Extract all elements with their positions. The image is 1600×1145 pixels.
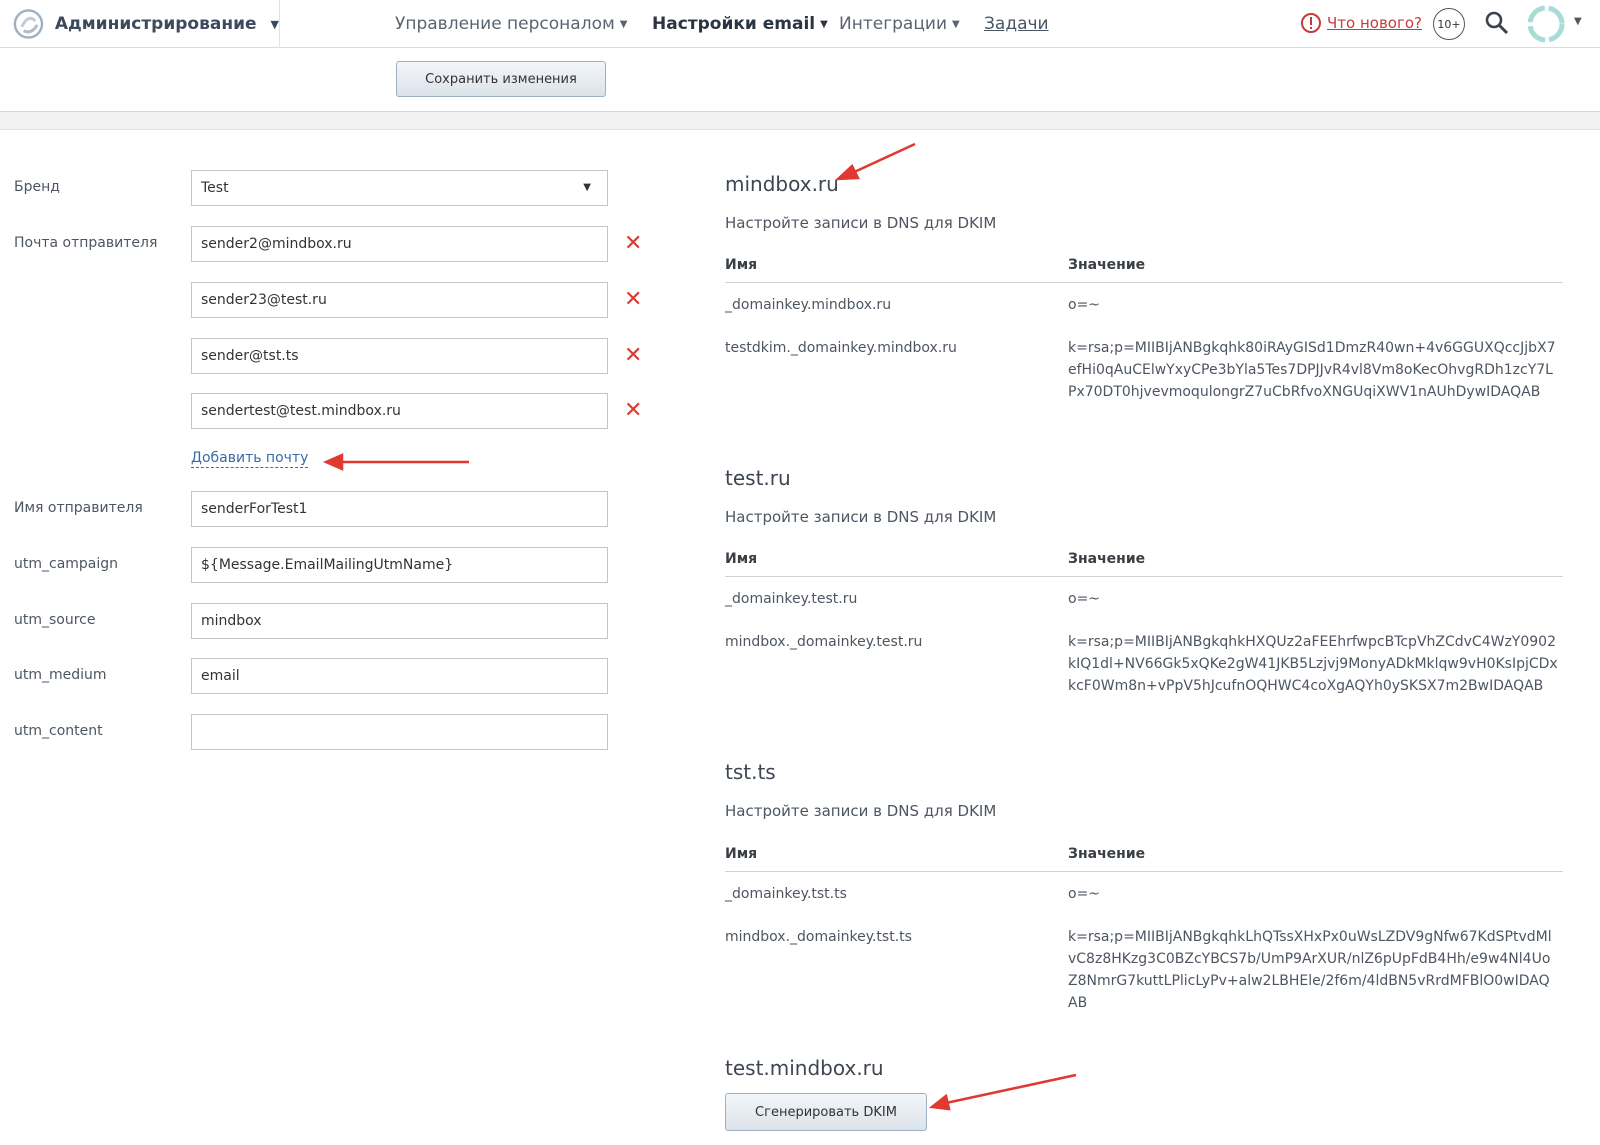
domain-title: test.ru [725,466,791,490]
col-name-header: Имя [725,846,758,862]
col-value-header: Значение [1068,846,1146,862]
sender-email-field-4[interactable]: sendertest@test.mindbox.ru [191,393,608,429]
user-avatar-icon[interactable] [1526,4,1566,44]
nav-tasks[interactable]: Задачи [984,0,1049,48]
sender-email-field-2[interactable]: sender23@test.ru [191,282,608,318]
sender-email-field-1[interactable]: sender2@mindbox.ru [191,226,608,262]
whats-new-link[interactable]: Что нового? [1300,12,1422,34]
remove-email-icon[interactable]: ✕ [624,233,642,255]
nav-integrations[interactable]: Интеграции ▼ [839,0,960,48]
utm-source-label: utm_source [14,612,96,628]
dns-record-value: k=rsa;p=MIIBIjANBgkqhkHXQUz2aFEEhrfwpcBT… [1068,634,1558,694]
save-changes-button[interactable]: Сохранить изменения [396,61,606,97]
utm-source-field[interactable]: mindbox [191,603,608,639]
dns-subtitle: Настройте записи в DNS для DKIM [725,802,997,820]
nav-label: Настройки email [652,14,816,34]
domain-title: tst.ts [725,760,776,784]
arrow-head [928,1093,951,1111]
alert-circle-icon [1301,13,1321,33]
dns-record-name: _domainkey.tst.ts [725,886,847,902]
nav-label: Интеграции [839,14,948,34]
dns-record-value: o=~ [1068,591,1101,607]
utm-content-label: utm_content [14,723,103,739]
sender-name-field[interactable]: senderForTest1 [191,491,608,527]
dns-record-value: o=~ [1068,886,1101,902]
brand-label: Бренд [14,179,60,195]
brand-menu[interactable]: Администрирование ▼ [0,0,280,48]
generate-dkim-button[interactable]: Сгенерировать DKIM [725,1093,927,1131]
col-value-header: Значение [1068,257,1146,273]
nav-personnel[interactable]: Управление персоналом ▼ [395,0,628,48]
dns-record-name: mindbox._domainkey.test.ru [725,634,923,650]
utm-campaign-label: utm_campaign [14,556,119,572]
dns-record-name: _domainkey.test.ru [725,591,858,607]
action-bar: Сохранить изменения [0,48,1600,112]
chevron-down-icon: ▼ [820,18,828,30]
remove-email-icon[interactable]: ✕ [624,400,642,422]
brand-select[interactable]: Test ▼ [191,170,608,206]
arrow-head [322,453,344,471]
utm-medium-label: utm_medium [14,667,107,683]
arrow-to-generate-button [945,1073,1077,1105]
notifications-badge[interactable]: 10+ [1433,8,1465,40]
dns-record-name: testdkim._domainkey.mindbox.ru [725,340,957,356]
dns-record-name: _domainkey.mindbox.ru [725,297,892,313]
chevron-down-icon: ▼ [619,18,628,30]
col-value-header: Значение [1068,551,1146,567]
table-divider [725,282,1563,283]
divider-strip [0,112,1600,130]
arrow-to-domain-title [849,142,916,176]
utm-medium-field[interactable]: email [191,658,608,694]
brand-title: Администрирование [54,14,257,34]
domain-title: test.mindbox.ru [725,1056,884,1080]
arrow-head [834,163,860,181]
sender-name-label: Имя отправителя [14,500,143,516]
chevron-down-icon[interactable]: ▼ [1574,16,1582,27]
whats-new-label: Что нового? [1327,14,1422,32]
mindbox-logo-icon [13,9,44,39]
col-name-header: Имя [725,257,758,273]
dns-record-value: k=rsa;p=MIIBIjANBgkqhkLhQTssXHxPx0uWsLZD… [1068,929,1552,1011]
utm-campaign-field[interactable]: ${Message.EmailMailingUtmName} [191,547,608,583]
dns-record-value: k=rsa;p=MIIBIjANBgkqhk80iRAyGISd1DmzR40w… [1068,340,1556,400]
dns-subtitle: Настройте записи в DNS для DKIM [725,214,997,232]
col-name-header: Имя [725,551,758,567]
dns-record-value: o=~ [1068,297,1101,313]
domain-title: mindbox.ru [725,172,839,196]
add-email-link[interactable]: Добавить почту [191,450,309,468]
sender-email-field-3[interactable]: sender@tst.ts [191,338,608,374]
table-divider [725,871,1563,872]
chevron-down-icon: ▼ [952,18,960,30]
chevron-down-icon: ▼ [583,182,591,193]
nav-label: Задачи [984,14,1049,34]
remove-email-icon[interactable]: ✕ [624,345,642,367]
nav-label: Управление персоналом [395,14,615,34]
chevron-down-icon: ▼ [270,17,279,31]
dns-subtitle: Настройте записи в DNS для DKIM [725,508,997,526]
table-divider [725,576,1563,577]
brand-select-value: Test [201,180,229,196]
search-icon[interactable] [1484,10,1510,36]
utm-content-field[interactable] [191,714,608,750]
top-navigation-bar: Администрирование ▼ Управление персонало… [0,0,1600,48]
sender-email-label: Почта отправителя [14,235,158,251]
remove-email-icon[interactable]: ✕ [624,289,642,311]
dns-record-name: mindbox._domainkey.tst.ts [725,929,912,945]
nav-email-settings[interactable]: Настройки email ▼ [652,0,828,48]
